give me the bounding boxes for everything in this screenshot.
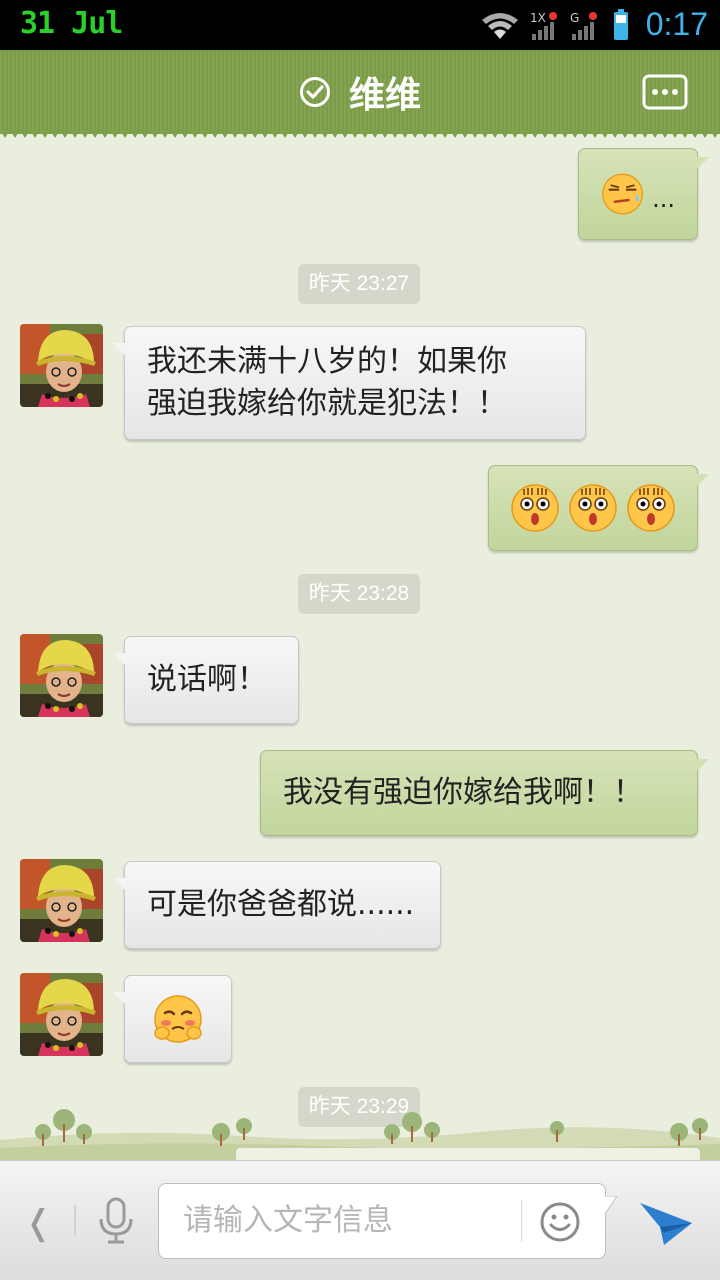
status-icons: 1X G — [482, 9, 628, 40]
avatar[interactable] — [20, 973, 103, 1056]
shocked-face-emoji-group — [510, 483, 676, 533]
title-zigzag-edge — [0, 130, 720, 138]
message-line: 强迫我嫁给你就是犯法！！ — [147, 386, 507, 421]
chevron-left-icon[interactable]: ❬ — [24, 1203, 53, 1243]
shy-face-emoji — [154, 995, 202, 1043]
message-bubble-outgoing[interactable]: ... — [578, 148, 709, 240]
avatar[interactable] — [20, 859, 103, 942]
avatar-photo — [20, 973, 103, 1056]
message-bubble-outgoing[interactable]: 我没有强迫你嫁给我啊！！ — [260, 750, 709, 836]
chat-title: 维维 — [348, 75, 421, 116]
input-bar: ❬ 请输入文字信息 — [0, 1160, 720, 1280]
signal-g-icon: G — [570, 11, 597, 40]
sweat-face-emoji — [602, 173, 644, 215]
message-bubble-outgoing[interactable] — [488, 465, 709, 551]
shocked-face-emoji — [511, 484, 559, 532]
send-icon[interactable] — [638, 1199, 694, 1249]
divider — [521, 1200, 522, 1242]
mic-icon[interactable] — [96, 1197, 136, 1245]
shocked-face-emoji — [569, 484, 617, 532]
message-text: 我没有强迫你嫁给我啊！！ — [283, 775, 643, 810]
smiley-icon[interactable] — [539, 1201, 581, 1243]
svg-text:G: G — [570, 11, 579, 25]
avatar[interactable] — [20, 324, 103, 407]
title-bar: 维维 — [0, 50, 720, 134]
check-circle-icon — [299, 77, 330, 107]
timestamp: 昨天 23:27 — [298, 264, 420, 304]
status-bar: 31 Jul 1X G 0:17 — [0, 0, 720, 50]
message-text: 可是你爸爸都说...... — [147, 887, 415, 922]
message-bubble-incoming[interactable]: 说话啊！ — [113, 636, 299, 724]
message-line: 我还未满十八岁的！如果你 — [147, 344, 507, 379]
message-bubble-incoming[interactable]: 我还未满十八岁的！如果你 强迫我嫁给你就是犯法！！ — [113, 326, 586, 440]
message-bubble-incoming[interactable]: 可是你爸爸都说...... — [113, 861, 441, 949]
input-tail — [605, 1196, 617, 1214]
message-text: ... — [652, 185, 675, 213]
message-text: 说话啊！ — [147, 662, 267, 697]
status-time: 0:17 — [645, 6, 708, 42]
wifi-icon — [482, 13, 518, 39]
message-input-placeholder: 请输入文字信息 — [183, 1203, 393, 1238]
avatar-photo — [20, 324, 103, 407]
more-dots-icon[interactable] — [642, 74, 688, 110]
shocked-face-emoji — [627, 484, 675, 532]
chat-area[interactable]: ... 昨天 23:27 我还未满十八岁的！如果你 强迫我嫁给你就是犯法！！ 昨… — [0, 140, 720, 1160]
battery-icon — [614, 9, 628, 40]
status-date: 31 Jul — [20, 6, 123, 41]
svg-text:1X: 1X — [530, 11, 546, 25]
signal-1x-icon: 1X — [530, 11, 557, 40]
avatar[interactable] — [20, 634, 103, 717]
title-group: 维维 — [0, 50, 720, 134]
divider — [74, 1205, 76, 1235]
message-bubble-incoming[interactable] — [113, 975, 232, 1063]
message-input[interactable]: 请输入文字信息 — [158, 1183, 617, 1259]
timestamp: 昨天 23:28 — [298, 574, 420, 614]
avatar-photo — [20, 634, 103, 717]
landscape-decoration — [0, 1109, 720, 1162]
avatar-photo — [20, 859, 103, 942]
